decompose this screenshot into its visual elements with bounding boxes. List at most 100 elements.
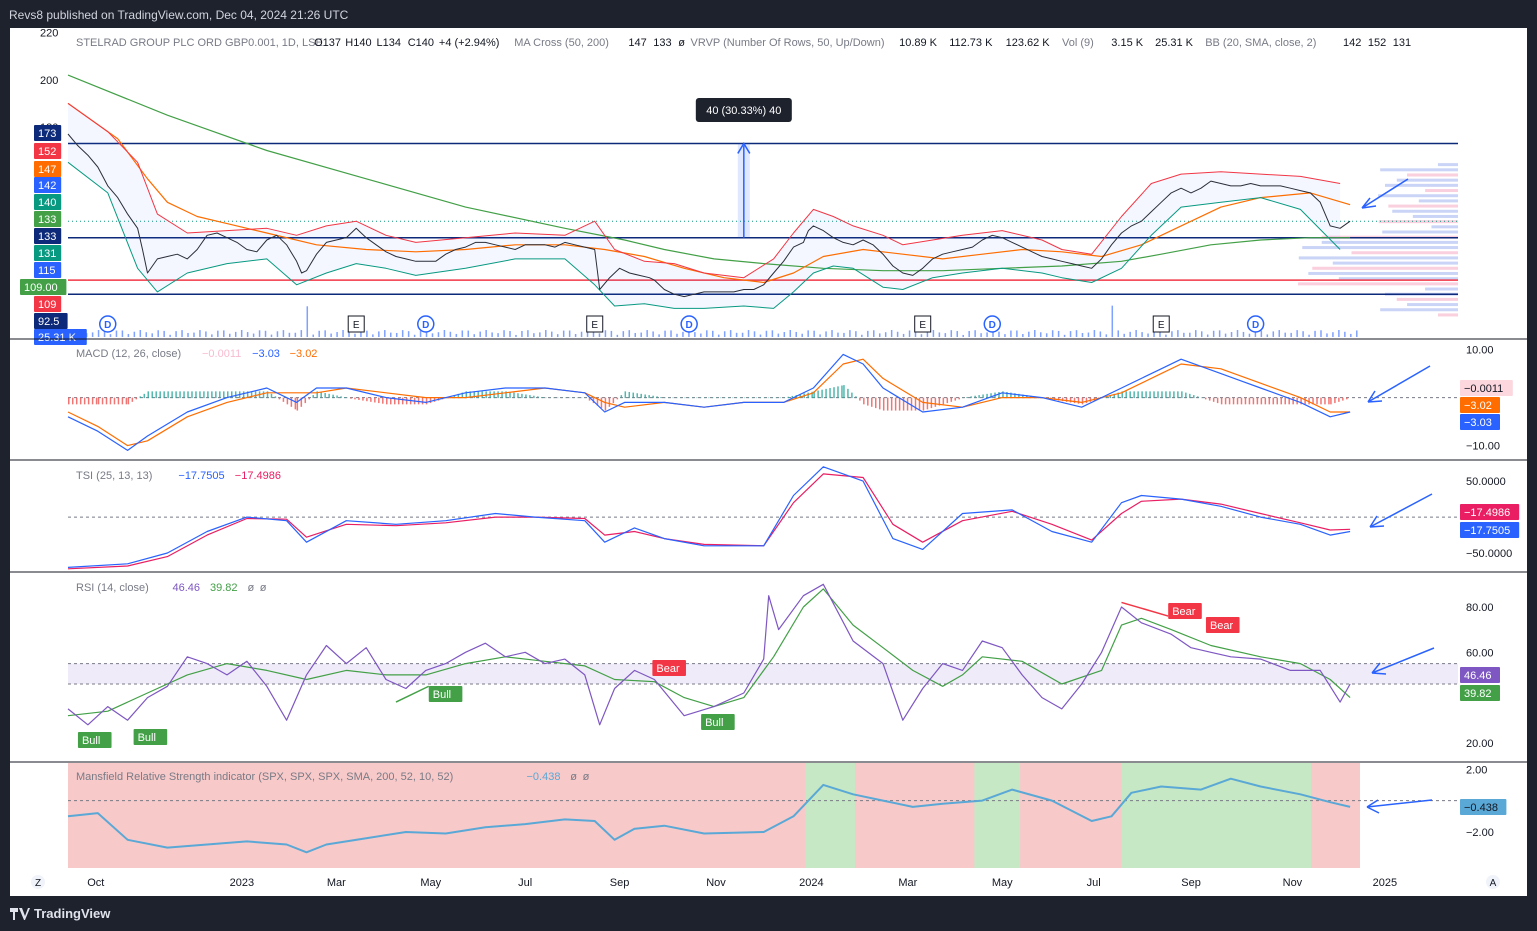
chart-area[interactable]: 40 (30.33%) 40 D E D E D E D E D STELRAD GROUP PLC… [10,28,1527,896]
macd-histogram-bar [549,397,551,399]
volume-bar [723,331,726,337]
volume-profile-bar [1351,251,1458,255]
macd-histogram-bar [825,388,827,399]
volume-bar [753,331,756,337]
volume-bar [1266,334,1269,337]
macd-histogram-bar [807,392,809,399]
price-axis-label: 133 [38,214,56,226]
rsi-y-tick: 80.00 [1466,602,1494,614]
mansfield-positive-zone [805,763,856,868]
volume-bar [1242,331,1245,337]
volume-bar [1206,334,1209,337]
volume-bar [980,333,982,337]
volume-bar [145,332,148,337]
volume-bar [229,333,231,337]
volume-bar [1296,330,1298,337]
macd-histogram-bar [624,391,627,399]
x-axis-tick: 2024 [799,877,823,889]
macd-histogram-bar [871,397,873,407]
macd-histogram-bar [664,397,666,399]
volume-bar [568,330,571,337]
earnings-marker-label: E [919,320,926,331]
volume-bar [741,332,744,337]
macd-histogram-bar [1141,391,1143,399]
x-axis-tick: Jul [1087,877,1101,889]
mansfield-legend-label: Mansfield Relative Strength indicator (S… [76,771,453,783]
tsi-legend-value: −17.7505 [178,470,224,482]
macd-histogram-bar [1232,397,1235,405]
volume-bar [878,333,881,337]
macd-histogram-bar [171,391,173,399]
macd-histogram-bar [751,397,754,399]
macd-histogram-bar [817,390,819,399]
volume-bar [1284,332,1286,337]
macd-histogram-bar [1149,391,1151,399]
macd-histogram-bar [421,397,424,405]
macd-histogram-bar [1073,397,1076,404]
macd-histogram-bar [833,387,835,399]
volume-bar [777,333,780,337]
volume-profile-bar [1378,220,1458,224]
volume-bar [330,333,332,337]
macd-histogram-bar [1208,397,1211,401]
macd-histogram-bar [199,391,201,399]
macd-histogram-bar [541,396,543,399]
macd-histogram-bar [68,397,70,405]
macd-histogram-bar [739,397,742,399]
tradingview-logo[interactable]: TradingView [10,906,110,921]
volume-bar [861,334,863,337]
volume-profile-bar [1308,271,1458,275]
bear-divergence-label: Bear [1172,606,1196,618]
macd-histogram-bar [735,397,738,399]
publish-header: Revs8 published on TradingView.com, Dec … [0,0,1537,28]
volume-bar [1004,334,1006,337]
macd-histogram-bar [640,393,642,399]
main-legend-value: 131 [1393,37,1411,49]
macd-histogram-bar [97,397,100,405]
main-y-tick: 200 [40,75,58,87]
volume-bar [1218,330,1221,337]
macd-histogram-bar [843,385,845,399]
main-legend-label: Vol (9) [1062,37,1094,49]
macd-histogram-bar [755,397,758,399]
macd-histogram-bar [1220,397,1223,405]
macd-histogram-bar [183,391,185,399]
volume-bar [1093,330,1096,337]
tsi-legend: TSI (25, 13, 13) −17.7505 −17.4986 [76,470,281,482]
price-axis-label: 140 [38,197,56,209]
macd-histogram-bar [332,394,334,399]
volume-bar [962,334,964,337]
volume-bar [813,330,815,337]
macd-histogram-bar [1228,397,1231,405]
macd-histogram-bar [712,397,714,399]
macd-histogram-bar [1189,393,1191,399]
macd-histogram-bar [1204,397,1207,400]
volume-bar [938,332,941,337]
auto-scale-button-label: A [1490,878,1497,889]
volume-bar [598,333,601,337]
volume-bar [324,330,326,337]
macd-histogram-bar [855,396,857,399]
price-axis-label: 147 [38,164,56,176]
macd-histogram-bar [612,397,615,404]
volume-bar [223,330,225,337]
volume-bar [348,331,350,337]
volume-bar [974,330,976,337]
volume-bar [837,332,839,337]
volume-bar [700,333,702,337]
main-legend-value: 3.15 K [1111,37,1143,49]
rsi-legend-value: ø [260,582,267,594]
macd-histogram-bar [155,391,157,399]
volume-bar [873,330,875,337]
bear-divergence-label: Bear [1210,620,1234,632]
macd-histogram-bar [863,397,865,405]
macd-histogram-bar [620,395,623,399]
x-axis-tick: Mar [327,877,346,889]
volume-bar [902,333,905,337]
volume-bar [509,331,511,337]
chart-svg[interactable]: 40 (30.33%) 40 D E D E D E D E D STELRAD GROUP PLC… [10,28,1527,896]
macd-legend-value: −0.0011 [202,348,241,360]
macd-histogram-bar [105,397,108,405]
volume-bar [378,331,380,337]
macd-histogram-bar [1077,397,1080,404]
